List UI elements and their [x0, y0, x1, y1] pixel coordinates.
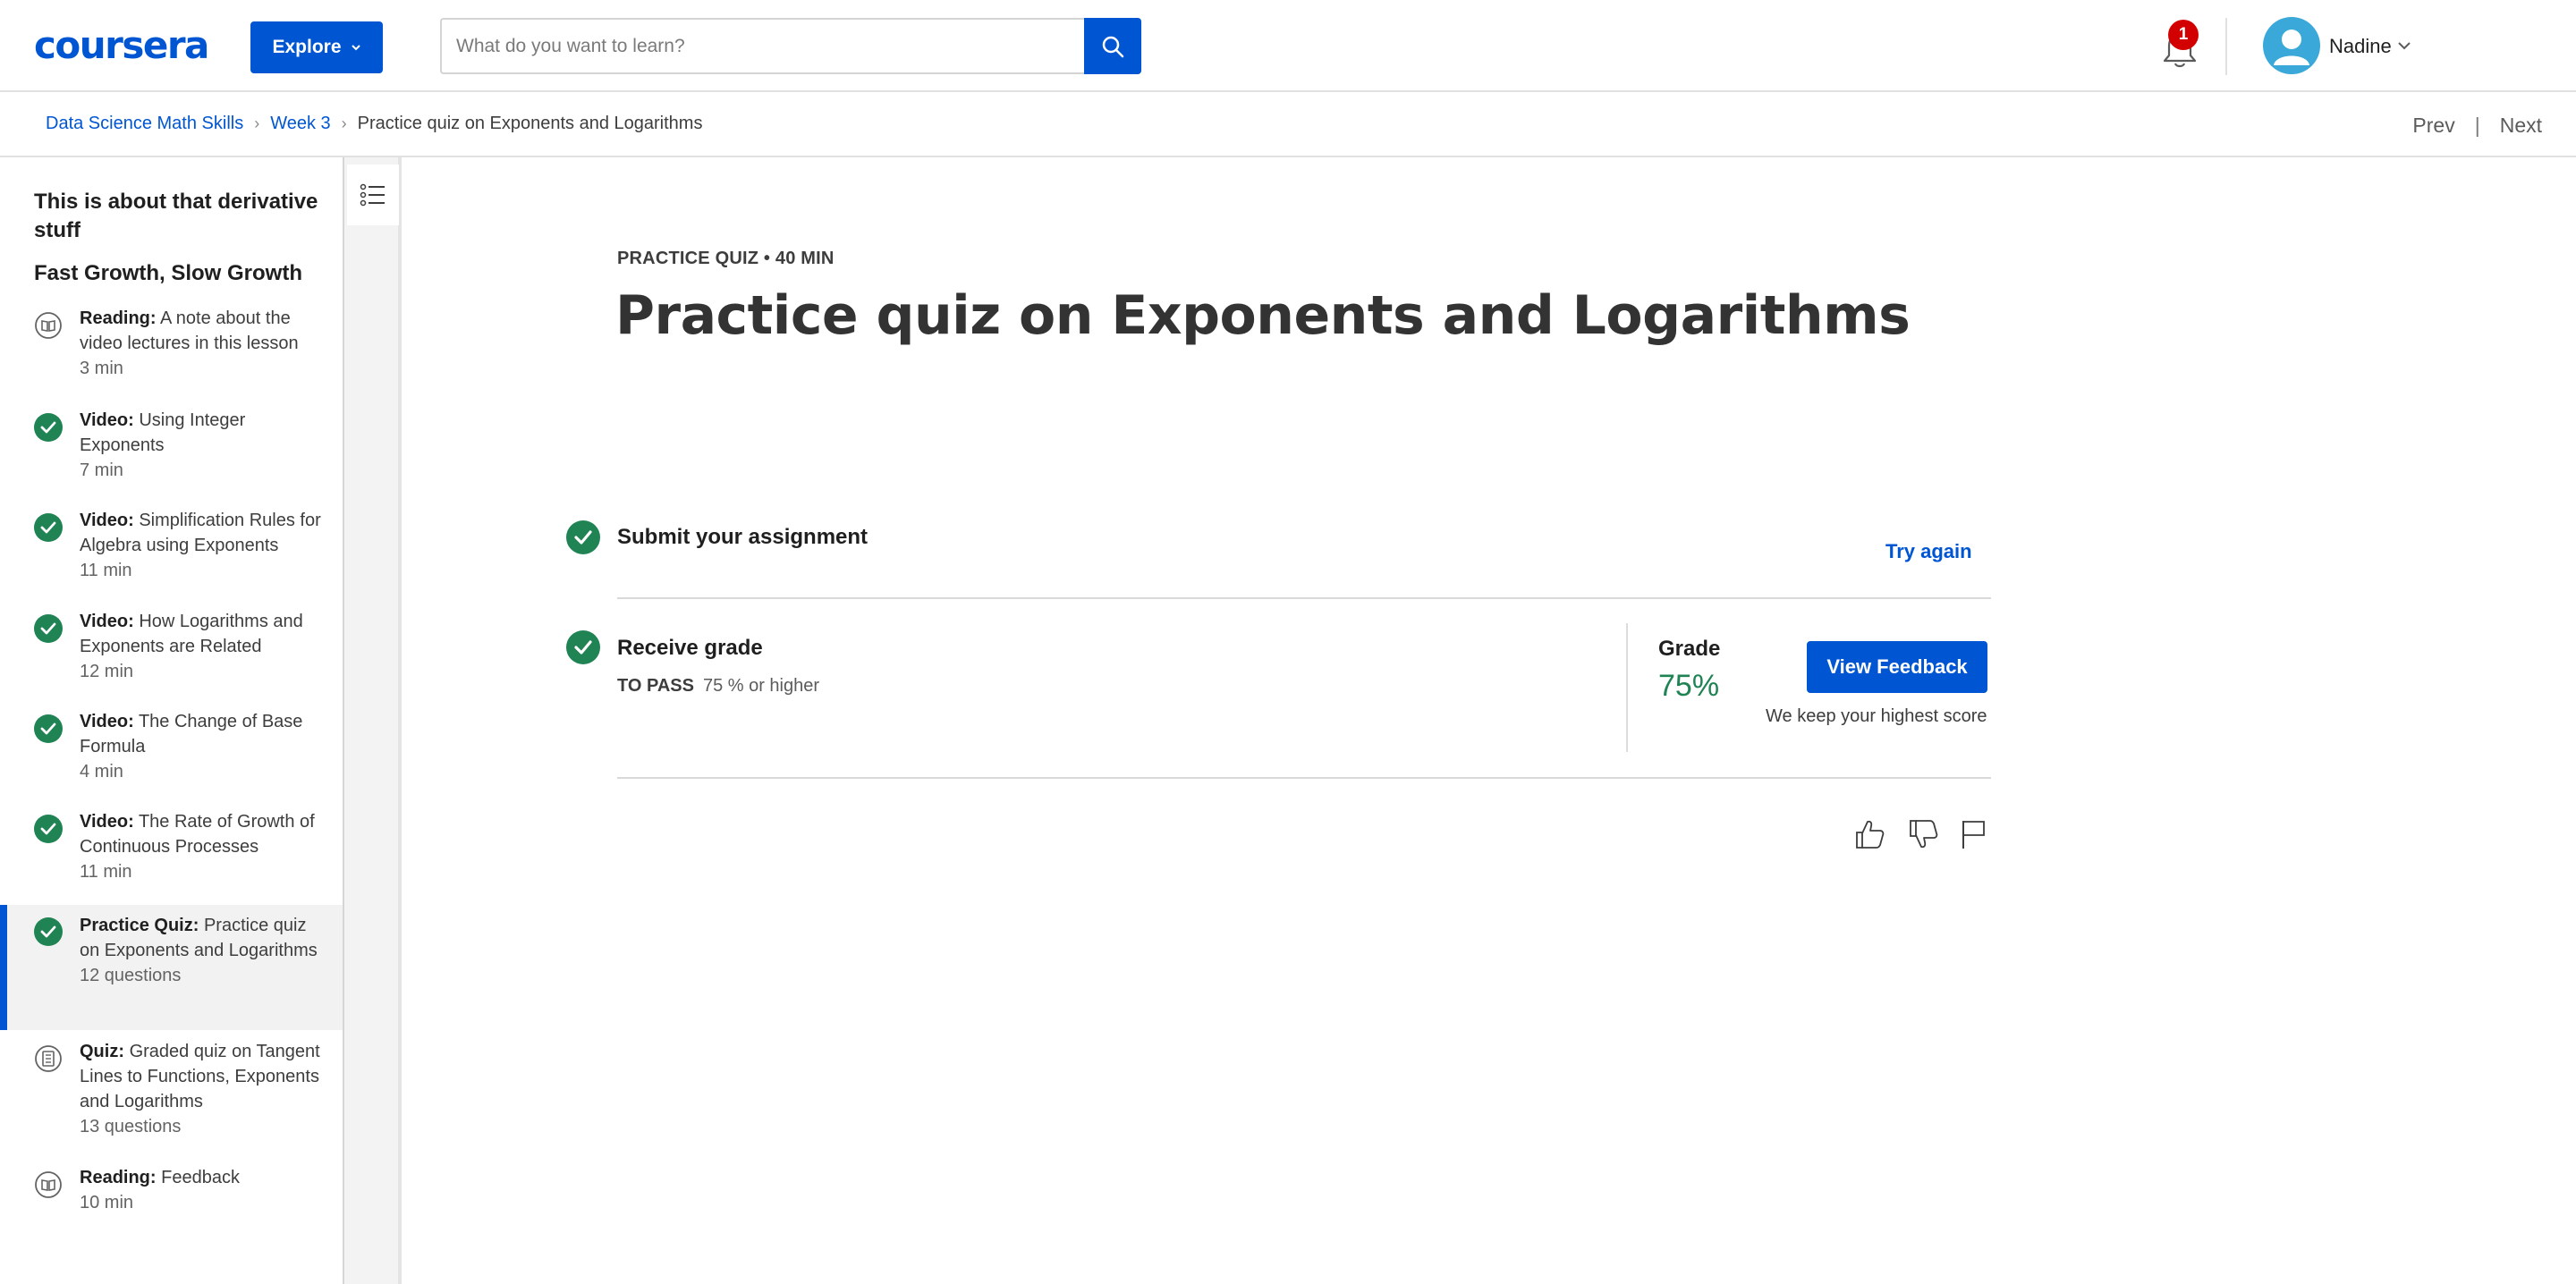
- check-circle-icon: [566, 630, 600, 664]
- to-pass-requirement: TO PASS 75 % or higher: [617, 676, 819, 697]
- thumbs-up-icon[interactable]: [1853, 817, 1885, 851]
- breadcrumb: Data Science Math Skills › Week 3 › Prac…: [46, 114, 702, 134]
- sidebar-item-text: Practice Quiz: Practice quiz on Exponent…: [80, 916, 318, 985]
- check-circle-icon: [34, 917, 63, 946]
- next-link[interactable]: Next: [2500, 114, 2542, 138]
- user-name[interactable]: Nadine: [2329, 35, 2392, 58]
- explore-button[interactable]: Explore: [250, 21, 383, 73]
- sidebar-item-video-change-of-base[interactable]: Video: The Change of Base Formula 4 min: [0, 709, 343, 804]
- grade-divider: [1626, 623, 1628, 752]
- view-feedback-button[interactable]: View Feedback: [1807, 641, 1987, 693]
- explore-label: Explore: [272, 37, 342, 57]
- submit-step-title: Submit your assignment: [617, 525, 869, 549]
- breadcrumb-week-link[interactable]: Week 3: [270, 114, 330, 134]
- search-icon: [1102, 36, 1124, 57]
- sidebar-item-text: Video: How Logarithms and Exponents are …: [80, 612, 303, 681]
- sidebar-item-text: Video: Simplification Rules for Algebra …: [80, 511, 321, 580]
- search-field[interactable]: [440, 18, 1086, 74]
- to-pass-label: TO PASS: [617, 676, 694, 696]
- divider: [617, 597, 1991, 599]
- check-circle-icon: [34, 714, 63, 743]
- chevron-down-icon[interactable]: [2397, 39, 2411, 52]
- user-avatar-icon[interactable]: [2263, 17, 2320, 74]
- toggle-outline-button[interactable]: [347, 165, 399, 225]
- try-again-link[interactable]: Try again: [1885, 540, 1972, 563]
- sidebar-item-video-simplification-rules[interactable]: Video: Simplification Rules for Algebra …: [0, 508, 343, 603]
- divider: [617, 777, 1991, 779]
- grade-label: Grade: [1658, 637, 1721, 661]
- sidebar-item-practice-quiz-active[interactable]: Practice Quiz: Practice quiz on Exponent…: [0, 905, 343, 1030]
- top-header: coursera Explore 1 Nadine: [0, 0, 2576, 92]
- chevron-right-icon: ›: [341, 114, 347, 132]
- sidebar-item-text: Reading: Feedback 10 min: [80, 1168, 240, 1212]
- sidebar-item-text: Video: Using Integer Exponents 7 min: [80, 410, 246, 480]
- check-circle-icon: [34, 614, 63, 643]
- lesson-title: Fast Growth, Slow Growth: [34, 261, 302, 285]
- check-circle-icon: [566, 520, 600, 554]
- breadcrumb-current: Practice quiz on Exponents and Logarithm…: [357, 114, 703, 133]
- check-circle-icon: [34, 413, 63, 442]
- nav-divider: |: [2474, 114, 2480, 137]
- notification-badge: 1: [2168, 20, 2199, 50]
- sidebar-item-video-rate-of-growth[interactable]: Video: The Rate of Growth of Continuous …: [0, 809, 343, 904]
- sidebar-item-text: Video: The Rate of Growth of Continuous …: [80, 812, 315, 882]
- search-button[interactable]: [1084, 18, 1141, 74]
- receive-grade-title: Receive grade: [617, 636, 763, 660]
- list-icon: [360, 183, 385, 207]
- flag-icon[interactable]: [1957, 817, 1989, 851]
- sidebar-item-video-integer-exponents[interactable]: Video: Using Integer Exponents 7 min: [0, 408, 343, 503]
- book-icon: [35, 1171, 62, 1198]
- course-sidebar: This is about that derivative stuff Fast…: [0, 157, 344, 1284]
- page-title: Practice quiz on Exponents and Logarithm…: [615, 284, 1911, 347]
- chevron-right-icon: ›: [254, 114, 260, 132]
- prev-link[interactable]: Prev: [2412, 114, 2454, 138]
- highest-score-note: We keep your highest score: [1766, 706, 1987, 726]
- to-pass-value: 75 % or higher: [702, 676, 820, 696]
- thumbs-down-icon[interactable]: [1907, 817, 1939, 851]
- breadcrumb-course-link[interactable]: Data Science Math Skills: [46, 114, 243, 134]
- search-input[interactable]: [442, 20, 1086, 72]
- sidebar-item-text: Video: The Change of Base Formula 4 min: [80, 712, 303, 781]
- sidebar-item-reading-note[interactable]: Reading: A note about the video lectures…: [0, 306, 343, 401]
- check-circle-icon: [34, 513, 63, 542]
- module-title: This is about that derivative stuff: [34, 190, 318, 242]
- grade-value: 75%: [1658, 669, 1720, 703]
- book-icon: [35, 312, 62, 339]
- prev-next-nav: Prev | Next: [2412, 114, 2542, 138]
- item-kicker: PRACTICE QUIZ • 40 MIN: [617, 249, 835, 268]
- header-divider: [2225, 18, 2227, 75]
- chevron-down-icon: [351, 45, 360, 51]
- sidebar-item-video-logarithms-exponents[interactable]: Video: How Logarithms and Exponents are …: [0, 609, 343, 704]
- breadcrumb-bar: Data Science Math Skills › Week 3 › Prac…: [0, 92, 2576, 157]
- sidebar-item-text: Reading: A note about the video lectures…: [80, 308, 299, 378]
- sidebar-item-reading-feedback[interactable]: Reading: Feedback 10 min: [0, 1165, 343, 1235]
- sidebar-item-graded-quiz[interactable]: Quiz: Graded quiz on Tangent Lines to Fu…: [0, 1039, 343, 1159]
- coursera-logo[interactable]: coursera: [34, 23, 209, 67]
- check-circle-icon: [34, 815, 63, 843]
- toc-rail: [344, 157, 402, 1284]
- quiz-icon: [35, 1045, 62, 1072]
- sidebar-item-text: Quiz: Graded quiz on Tangent Lines to Fu…: [80, 1042, 320, 1136]
